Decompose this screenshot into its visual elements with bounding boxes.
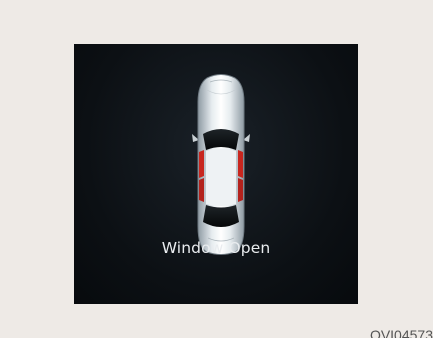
- window-front-right: [238, 150, 243, 178]
- roof: [206, 148, 236, 206]
- car-top-view-icon: [192, 74, 250, 255]
- window-front-left: [199, 150, 204, 178]
- image-code-caption: OVI04573: [369, 327, 433, 338]
- window-rear-left: [199, 178, 204, 202]
- cluster-display: Window Open: [74, 44, 358, 304]
- rear-window: [203, 205, 239, 227]
- windshield: [203, 129, 239, 150]
- window-rear-right: [238, 178, 243, 202]
- window-open-message: Window Open: [161, 239, 271, 257]
